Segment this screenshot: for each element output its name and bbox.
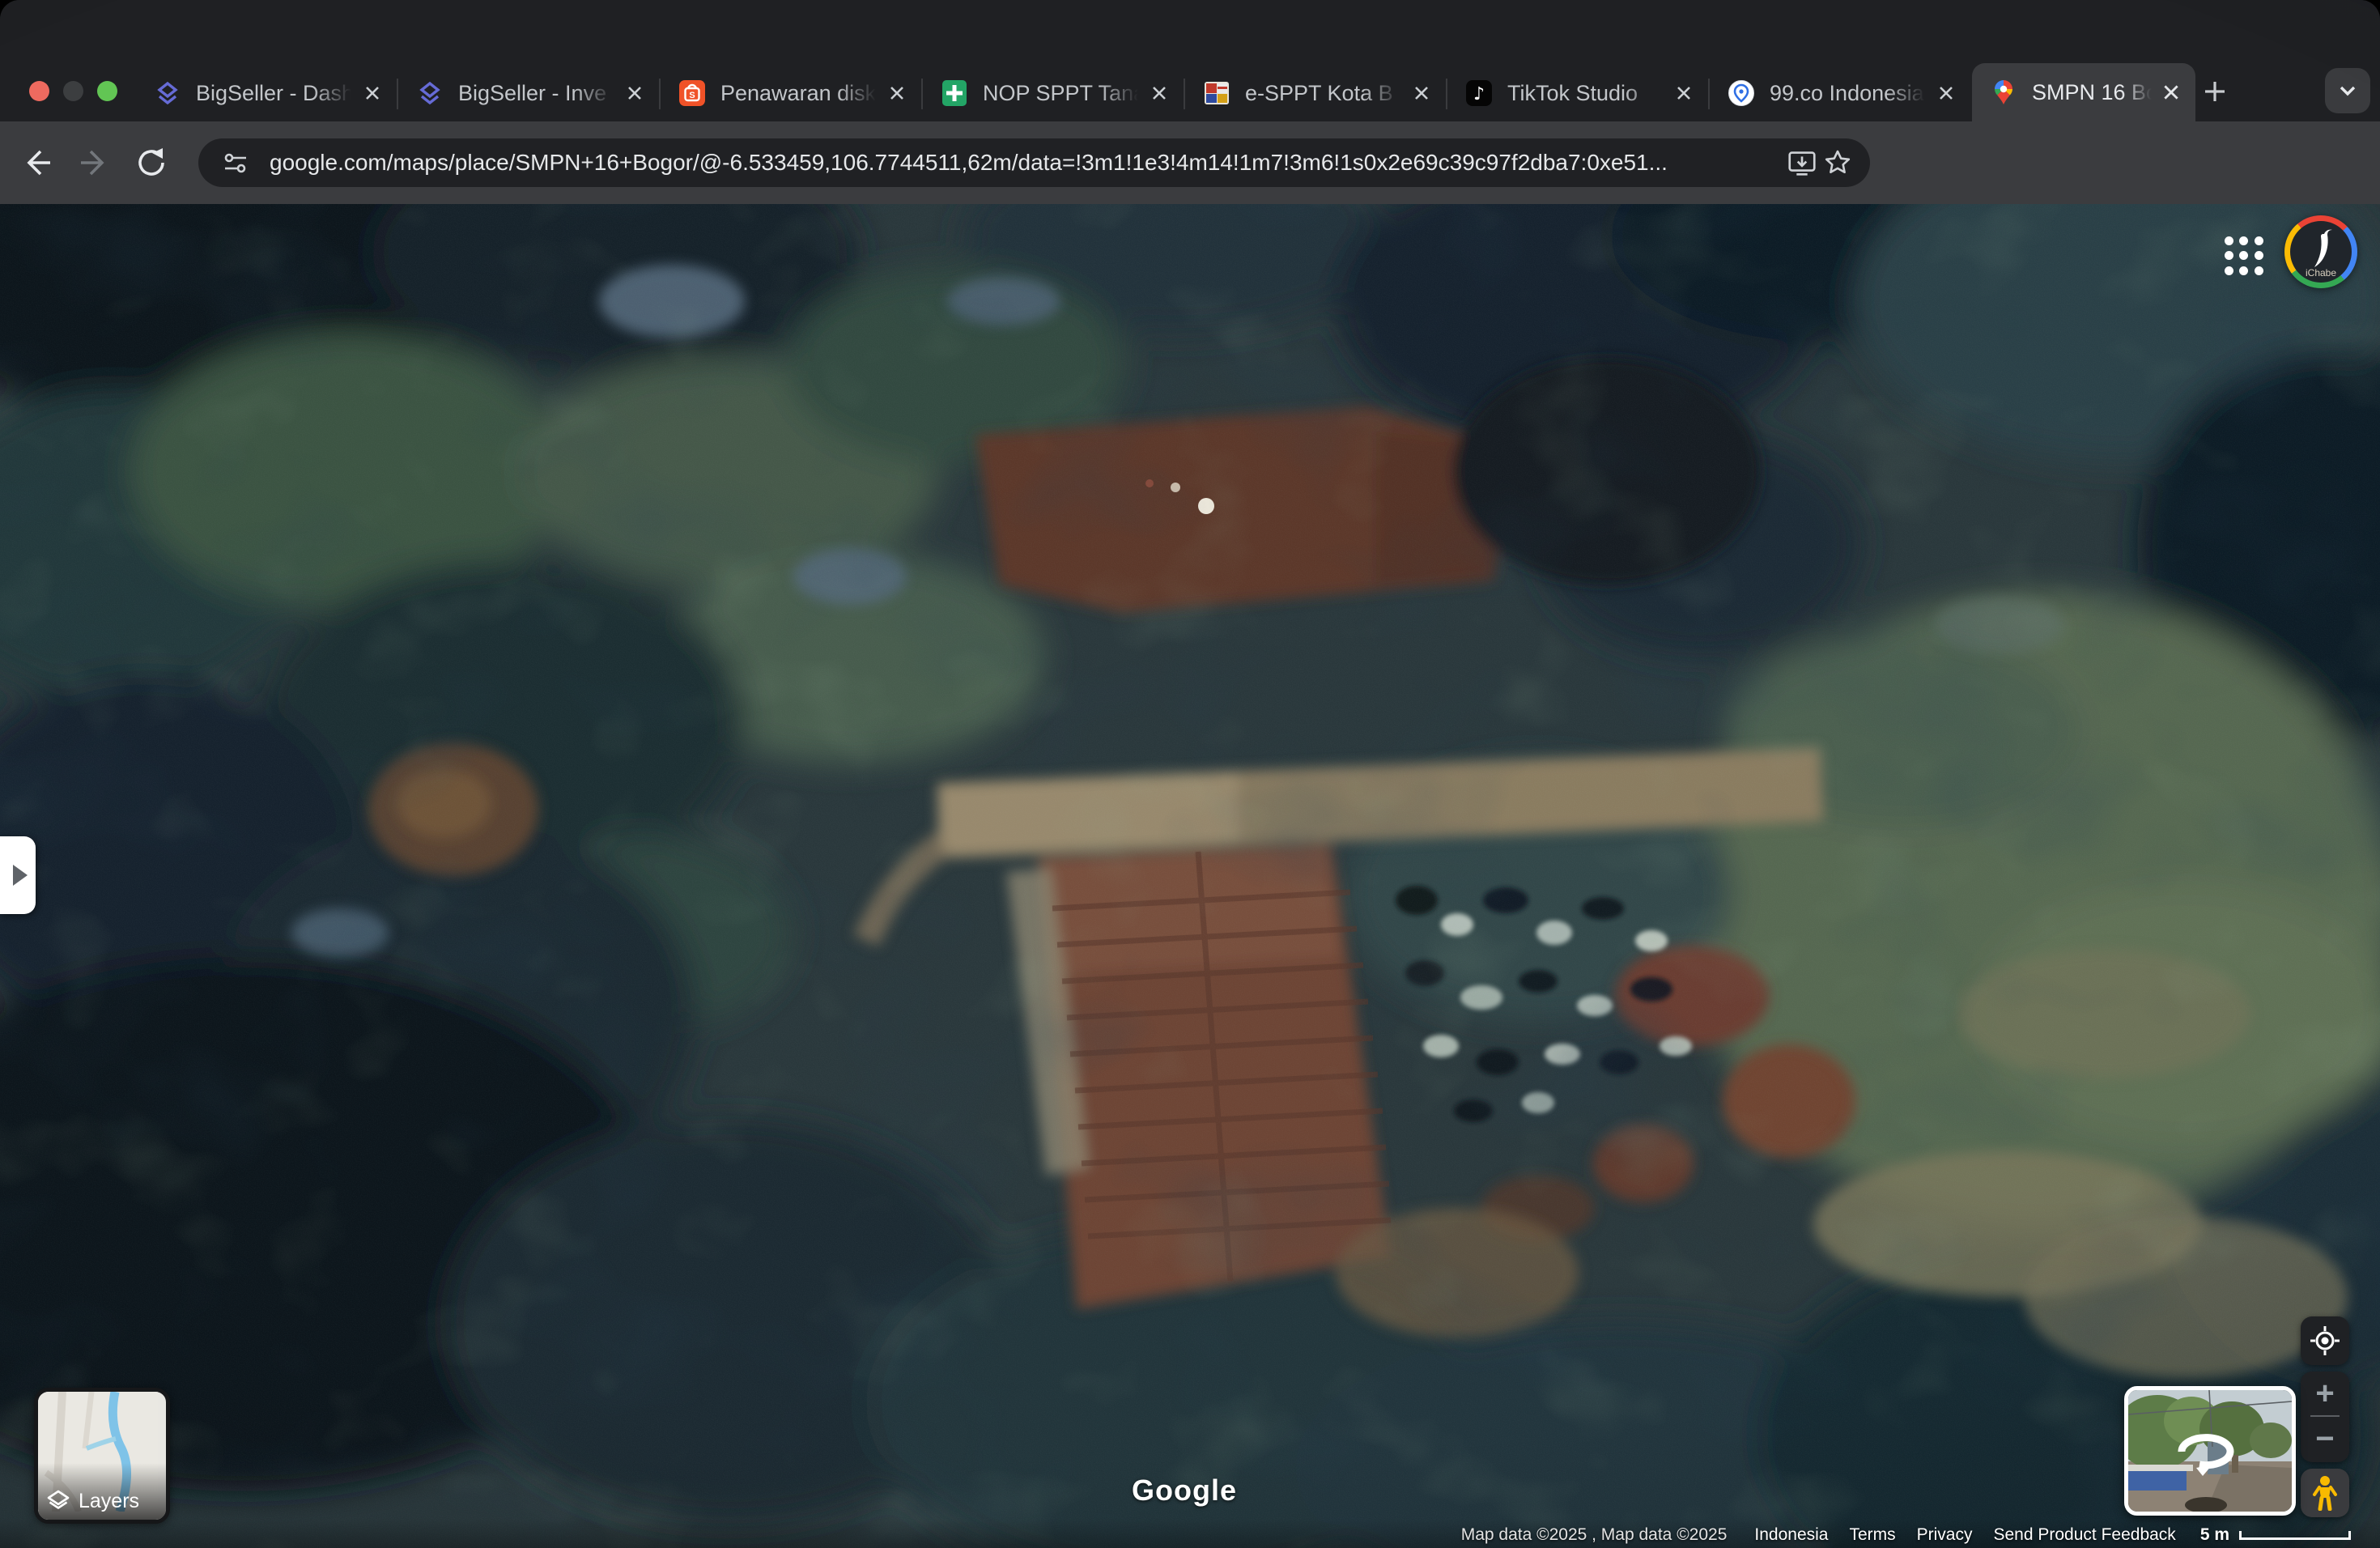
tab-smpn-16-bogor-active[interactable]: SMPN 16 Bogor (1972, 63, 2195, 121)
url-text[interactable]: google.com/maps/place/SMPN+16+Bogor/@-6.… (270, 150, 1784, 176)
close-tab-icon[interactable] (620, 79, 649, 108)
close-tab-icon[interactable] (882, 79, 912, 108)
bookmark-star-icon[interactable] (1820, 145, 1855, 181)
zoom-out-button[interactable]: − (2301, 1417, 2349, 1461)
reload-icon (130, 142, 172, 184)
plus-icon (2201, 78, 2229, 105)
satellite-imagery (0, 204, 2380, 1548)
browser-toolbar: google.com/maps/place/SMPN+16+Bogor/@-6.… (0, 121, 2380, 204)
layers-button[interactable]: Layers (34, 1388, 170, 1524)
terms-link[interactable]: Terms (1849, 1525, 1895, 1545)
my-location-button[interactable] (2301, 1316, 2349, 1365)
tab-esppt-kota-bogor[interactable]: e-SPPT Kota B (1185, 65, 1446, 121)
tab-title: e-SPPT Kota B (1245, 81, 1407, 106)
green-plus-icon (941, 79, 968, 107)
minimize-window-button[interactable] (63, 81, 83, 101)
privacy-link[interactable]: Privacy (1917, 1525, 1973, 1545)
close-tab-icon[interactable] (1145, 79, 1174, 108)
svg-text:♪: ♪ (1473, 84, 1485, 104)
tab-search-button[interactable] (2325, 68, 2370, 113)
close-tab-icon[interactable] (1407, 79, 1436, 108)
pegman-button[interactable] (2301, 1469, 2349, 1517)
tab-bigseller-dashboard[interactable]: BigSeller - Dash (136, 65, 397, 121)
tab-title: Penawaran disk (720, 81, 882, 106)
bigseller-icon (154, 79, 181, 107)
tab-title: SMPN 16 Bogor (2032, 80, 2157, 105)
pegman-icon (2311, 1475, 2339, 1511)
tab-title: BigSeller - Dash (196, 81, 358, 106)
attribution-bar: Map data ©2025 , Map data ©2025 Indonesi… (1461, 1525, 2351, 1545)
site-settings-icon[interactable] (218, 145, 253, 181)
close-tab-icon[interactable] (1669, 79, 1698, 108)
zoom-window-button[interactable] (97, 81, 117, 101)
tab-tiktok-studio[interactable]: ♪ TikTok Studio (1447, 65, 1708, 121)
close-tab-icon[interactable] (1932, 79, 1961, 108)
tab-title: TikTok Studio (1507, 81, 1669, 106)
new-tab-button[interactable] (2192, 69, 2238, 114)
google-maps-icon (1990, 79, 2017, 106)
close-tab-icon[interactable] (2157, 78, 2186, 107)
my-location-icon (2309, 1325, 2341, 1357)
scale-bar (2239, 1531, 2351, 1540)
layers-label: Layers (79, 1490, 139, 1513)
tab-bigseller-inventory[interactable]: BigSeller - Inve (398, 65, 659, 121)
chevron-down-icon (2335, 79, 2360, 103)
crest-icon (1203, 79, 1230, 107)
tab-title: NOP SPPT Tana (983, 81, 1145, 106)
street-view-preview[interactable] (2124, 1386, 2296, 1516)
browser-window: BigSeller - Dash BigSeller - Inve S Pena… (0, 0, 2380, 1548)
tiktok-icon: ♪ (1465, 79, 1493, 107)
forward-button[interactable] (73, 142, 115, 184)
svg-text:S: S (689, 91, 695, 100)
tab-99co-indonesia[interactable]: 99.co Indonesia (1710, 65, 1970, 121)
macos-traffic-lights[interactable] (29, 81, 117, 101)
tab-penawaran-diskon[interactable]: S Penawaran disk (661, 65, 921, 121)
zoom-in-button[interactable]: + (2301, 1372, 2349, 1415)
scale-label: 5 m (2200, 1525, 2229, 1545)
layers-icon (46, 1489, 70, 1513)
bigseller-icon (416, 79, 444, 107)
side-panel-expand-handle[interactable] (0, 836, 36, 914)
install-app-icon[interactable] (1784, 145, 1820, 181)
chili-avatar-icon: iChabe (2290, 221, 2352, 283)
zoom-controls: + − (2301, 1372, 2349, 1462)
tab-strip: BigSeller - Dash BigSeller - Inve S Pena… (0, 0, 2380, 121)
feedback-link[interactable]: Send Product Feedback (1994, 1525, 2176, 1545)
avatar-label: iChabe (2290, 267, 2352, 279)
google-apps-grid-button[interactable] (2221, 233, 2267, 279)
street-view-thumbnail-image (2128, 1390, 2292, 1512)
address-bar[interactable]: google.com/maps/place/SMPN+16+Bogor/@-6.… (198, 138, 1870, 187)
tab-title: 99.co Indonesia (1770, 81, 1932, 106)
satellite-map-canvas[interactable] (0, 204, 2380, 1548)
forward-arrow-icon (73, 142, 115, 184)
pin-99co-icon (1728, 79, 1755, 107)
shopee-icon: S (678, 79, 706, 107)
back-button[interactable] (16, 142, 58, 184)
close-tab-icon[interactable] (358, 79, 387, 108)
close-window-button[interactable] (29, 81, 49, 101)
region-link[interactable]: Indonesia (1754, 1525, 1828, 1545)
map-data-credit: Map data ©2025 , Map data ©2025 (1461, 1525, 1728, 1545)
chevron-right-icon (13, 865, 28, 886)
account-avatar-button[interactable]: iChabe (2284, 215, 2357, 288)
back-arrow-icon (16, 142, 58, 184)
tab-nop-sppt[interactable]: NOP SPPT Tana (923, 65, 1184, 121)
tab-title: BigSeller - Inve (458, 81, 620, 106)
reload-button[interactable] (130, 142, 172, 184)
google-watermark: Google (1132, 1474, 1237, 1508)
